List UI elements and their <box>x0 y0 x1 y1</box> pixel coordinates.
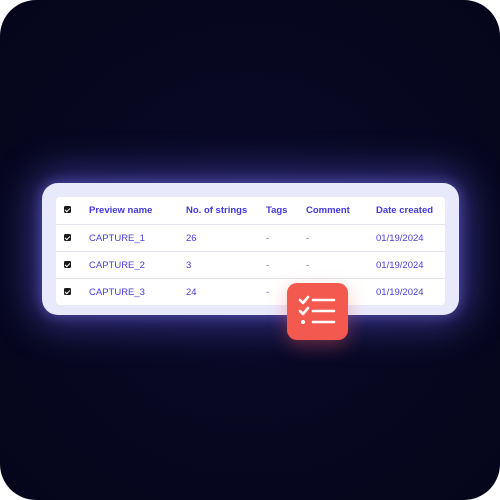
row-tags: - <box>266 233 270 244</box>
table-row[interactable]: CAPTURE_1 26 - - 01/19/2024 <box>56 224 445 252</box>
select-all-checkbox[interactable] <box>64 206 71 213</box>
captures-card: Preview name No. of strings Tags Comment… <box>42 183 459 315</box>
row-no-of-strings: 26 <box>186 233 197 244</box>
row-date-created: 01/19/2024 <box>376 233 424 244</box>
row-comment: - <box>306 233 310 244</box>
table-header-row: Preview name No. of strings Tags Comment… <box>56 197 445 224</box>
table-row[interactable]: CAPTURE_2 3 - - 01/19/2024 <box>56 251 445 279</box>
row-no-of-strings: 24 <box>186 287 197 298</box>
row-date-created: 01/19/2024 <box>376 260 424 271</box>
row-comment: - <box>306 260 310 271</box>
row-no-of-strings: 3 <box>186 260 192 271</box>
row-preview-name[interactable]: CAPTURE_3 <box>89 287 145 298</box>
checkbox-checked-icon <box>64 234 71 241</box>
checklist-badge <box>287 283 348 340</box>
table-row[interactable]: CAPTURE_3 24 - 01/19/2024 <box>56 278 445 305</box>
header-comment[interactable]: Comment <box>306 205 350 216</box>
checkbox-checked-icon <box>64 288 71 295</box>
row-checkbox[interactable] <box>64 288 71 295</box>
header-preview-name[interactable]: Preview name <box>89 205 152 216</box>
row-date-created: 01/19/2024 <box>376 287 424 298</box>
header-no-of-strings[interactable]: No. of strings <box>186 205 247 216</box>
row-tags: - <box>266 260 270 271</box>
checkbox-checked-icon <box>64 206 71 213</box>
row-checkbox[interactable] <box>64 261 71 268</box>
row-preview-name[interactable]: CAPTURE_2 <box>89 260 145 271</box>
captures-table: Preview name No. of strings Tags Comment… <box>56 197 445 305</box>
checkbox-checked-icon <box>64 261 71 268</box>
checklist-icon <box>298 295 336 324</box>
app-background: Preview name No. of strings Tags Comment… <box>0 0 500 500</box>
row-checkbox[interactable] <box>64 234 71 241</box>
header-date-created[interactable]: Date created <box>376 205 433 216</box>
row-tags: - <box>266 287 270 298</box>
row-preview-name[interactable]: CAPTURE_1 <box>89 233 145 244</box>
header-tags[interactable]: Tags <box>266 205 287 216</box>
